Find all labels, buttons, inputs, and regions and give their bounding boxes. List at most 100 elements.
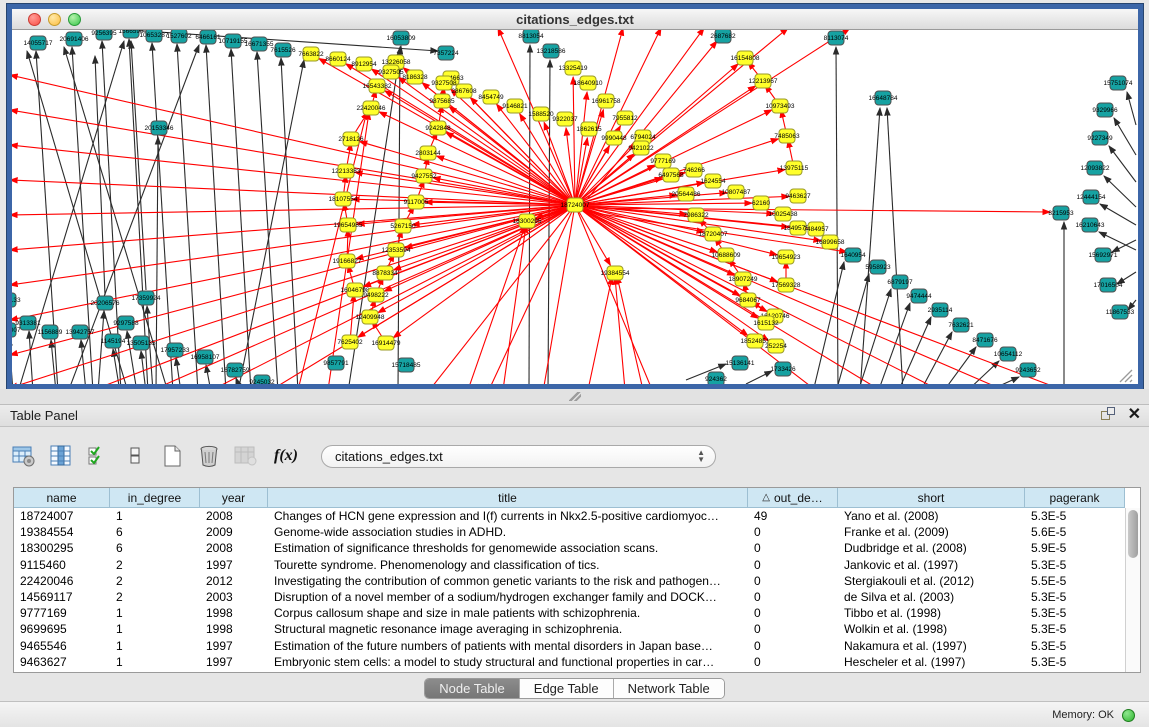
table-row[interactable]: 969969511998Structural magnetic resonanc…: [14, 621, 1125, 637]
maximize-window-icon[interactable]: [68, 13, 81, 26]
column-header-name[interactable]: name: [14, 488, 110, 508]
cell-in_degree: 2: [110, 557, 200, 573]
node-label: 12444154: [1077, 194, 1106, 201]
cell-year: 1998: [200, 605, 268, 621]
table-settings-icon[interactable]: [11, 443, 37, 469]
table-row[interactable]: 946554611997Estimation of the future num…: [14, 638, 1125, 654]
close-window-icon[interactable]: [28, 13, 41, 26]
node-label: 18640910: [574, 80, 603, 87]
divider-grip-icon[interactable]: [569, 392, 581, 401]
node-label: 10653287: [140, 32, 169, 39]
node-label: 9327508: [431, 80, 457, 87]
cell-short: Franke et al. (2009): [838, 524, 1025, 540]
table-row[interactable]: 2242004622012Investigating the contribut…: [14, 573, 1125, 589]
scrollbar-thumb[interactable]: [1128, 510, 1138, 558]
float-panel-icon[interactable]: [1101, 407, 1116, 422]
cell-out_de: 0: [748, 621, 838, 637]
cell-year: 1997: [200, 654, 268, 670]
cell-year: 2009: [200, 524, 268, 540]
cell-in_degree: 1: [110, 508, 200, 524]
table-row[interactable]: 1830029562008Estimation of significance …: [14, 540, 1125, 556]
column-header-out_de[interactable]: △out_de…: [748, 488, 838, 508]
network-window-titlebar[interactable]: citations_edges.txt: [12, 9, 1138, 30]
table-grid[interactable]: namein_degreeyeartitle△out_de…shortpager…: [14, 488, 1125, 670]
node-table: namein_degreeyeartitle△out_de…shortpager…: [13, 487, 1141, 673]
delete-table-icon[interactable]: [196, 443, 222, 469]
cell-in_degree: 1: [110, 605, 200, 621]
table-row[interactable]: 946362711997Embryonic stem cells: a mode…: [14, 654, 1125, 670]
node-label: 1145194: [101, 338, 126, 345]
tab-node-table[interactable]: Node Table: [425, 679, 520, 698]
tab-edge-table[interactable]: Edge Table: [520, 679, 614, 698]
cell-short: Nakamura et al. (1997): [838, 638, 1025, 654]
node-label: 19654985: [334, 222, 363, 229]
cell-out_de: 0: [748, 557, 838, 573]
node-label: 2718126: [338, 136, 364, 143]
table-row[interactable]: 1456911722003Disruption of a novel membe…: [14, 589, 1125, 605]
rows-icon[interactable]: [122, 443, 148, 469]
citation-network-graph[interactable]: 8660124891295413226058932750516543382818…: [12, 30, 1138, 384]
node-label: 5958923: [865, 264, 891, 271]
column-header-pagerank[interactable]: pagerank: [1025, 488, 1125, 508]
cell-out_de: 0: [748, 589, 838, 605]
node-label: 62160: [752, 200, 770, 207]
table-row[interactable]: 977716911998Corpus callosum shape and si…: [14, 605, 1125, 621]
cell-title: Estimation of the future numbers of pati…: [268, 638, 748, 654]
network-canvas[interactable]: 8660124891295413226058932750516543382818…: [12, 30, 1138, 384]
table-panel-titlebar: Table Panel ✕: [0, 405, 1149, 427]
node-label: 1733426: [770, 366, 796, 373]
tab-network-table[interactable]: Network Table: [614, 679, 724, 698]
node-label: 13975115: [780, 165, 809, 172]
table-row[interactable]: 1938455462009Genome-wide association stu…: [14, 524, 1125, 540]
cell-short: de Silva et al. (2003): [838, 589, 1025, 605]
cell-short: Jankovic et al. (1997): [838, 557, 1025, 573]
node-label: 8813054: [518, 33, 544, 40]
node-label: 9684067: [735, 297, 761, 304]
table-selector-combobox[interactable]: citations_edges.txt ▲▼: [321, 445, 716, 468]
network-window-title: citations_edges.txt: [12, 12, 1138, 27]
node-label: 9146821: [502, 103, 528, 110]
cell-title: Tourette syndrome. Phenomenology and cla…: [268, 557, 748, 573]
column-header-short[interactable]: short: [838, 488, 1025, 508]
cell-title: Structural magnetic resonance image aver…: [268, 621, 748, 637]
node-label: 2867608: [451, 88, 477, 95]
network-view-window[interactable]: citations_edges.txt 86601248912954132260…: [7, 4, 1143, 389]
close-panel-icon[interactable]: ✕: [1128, 407, 1141, 422]
select-columns-icon[interactable]: [48, 443, 74, 469]
function-builder-icon[interactable]: f(x): [273, 443, 299, 469]
node-label: 15718485: [392, 362, 421, 369]
node-label: 10654112: [994, 351, 1023, 358]
checklist-icon[interactable]: [85, 443, 111, 469]
node-label: 2935114: [928, 307, 953, 314]
node-label: 7484957: [803, 226, 829, 233]
column-header-in_degree[interactable]: in_degree: [110, 488, 200, 508]
node-label: 5267150: [390, 223, 416, 230]
node-label: 13942757: [66, 329, 95, 336]
node-label: 924362: [705, 376, 727, 383]
node-label: 16210643: [1076, 222, 1105, 229]
cell-title: Genome-wide association studies in ADHD.: [268, 524, 748, 540]
cell-year: 1997: [200, 557, 268, 573]
node-label: 16958107: [191, 354, 220, 361]
node-label: 18107554: [329, 196, 358, 203]
node-label: 10688609: [712, 252, 741, 259]
cell-name: 9463627: [14, 654, 110, 670]
column-header-title[interactable]: title: [268, 488, 748, 508]
node-label: 9245032: [249, 379, 275, 384]
minimize-window-icon[interactable]: [48, 13, 61, 26]
table-row[interactable]: 911546021997Tourette syndrome. Phenomeno…: [14, 557, 1125, 573]
table-row[interactable]: 1872400712008Changes of HCN gene express…: [14, 508, 1125, 524]
node-label: 1615132: [753, 320, 779, 327]
node-label: 9427552: [411, 173, 437, 180]
cell-year: 1998: [200, 621, 268, 637]
cell-out_de: 0: [748, 605, 838, 621]
panel-divider[interactable]: [0, 389, 1149, 404]
cell-pagerank: 5.3E-5: [1025, 621, 1125, 637]
table-vertical-scrollbar[interactable]: [1125, 508, 1140, 672]
node-label: 16543382: [363, 83, 392, 90]
column-header-year[interactable]: year: [200, 488, 268, 508]
cell-pagerank: 5.5E-5: [1025, 573, 1125, 589]
node-label: 19384554: [601, 270, 630, 277]
new-document-icon[interactable]: [159, 443, 185, 469]
window-resize-grip[interactable]: [1120, 370, 1132, 382]
